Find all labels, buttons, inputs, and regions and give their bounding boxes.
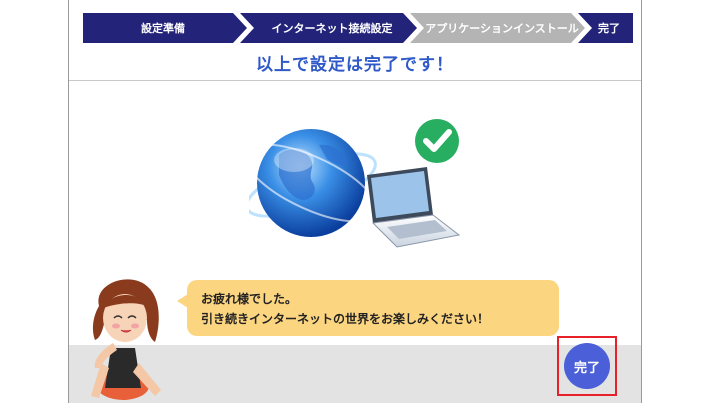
message-line-2: 引き続きインターネットの世界をお楽しみください！ [201, 312, 490, 326]
divider [69, 80, 641, 81]
message-line-1: お疲れ様でした。 [201, 292, 298, 306]
globe-icon [249, 129, 379, 237]
connected-illustration [249, 119, 461, 248]
speech-bubble: お疲れ様でした。 引き続きインターネットの世界をお楽しみください！ [187, 280, 559, 336]
step-2-label: インターネット接続設定 [272, 21, 393, 35]
checkmark-icon [415, 119, 459, 163]
page-title: 以上で設定は完了です！ [256, 55, 454, 75]
step-1-label: 設定準備 [141, 21, 185, 35]
guide-character-avatar [91, 279, 161, 400]
done-button[interactable]: 完了 [564, 343, 610, 389]
step-4-label: 完了 [598, 21, 620, 35]
done-button-highlight: 完了 [557, 336, 617, 396]
progress-steps: 設定準備 インターネット接続設定 アプリケーションインストール 完了 [83, 13, 633, 43]
setup-window: 設定準備 インターネット接続設定 アプリケーションインストール 完了 以上で設定… [68, 0, 642, 403]
step-3-label: アプリケーションインストール [425, 21, 579, 35]
laptop-icon [367, 167, 461, 248]
